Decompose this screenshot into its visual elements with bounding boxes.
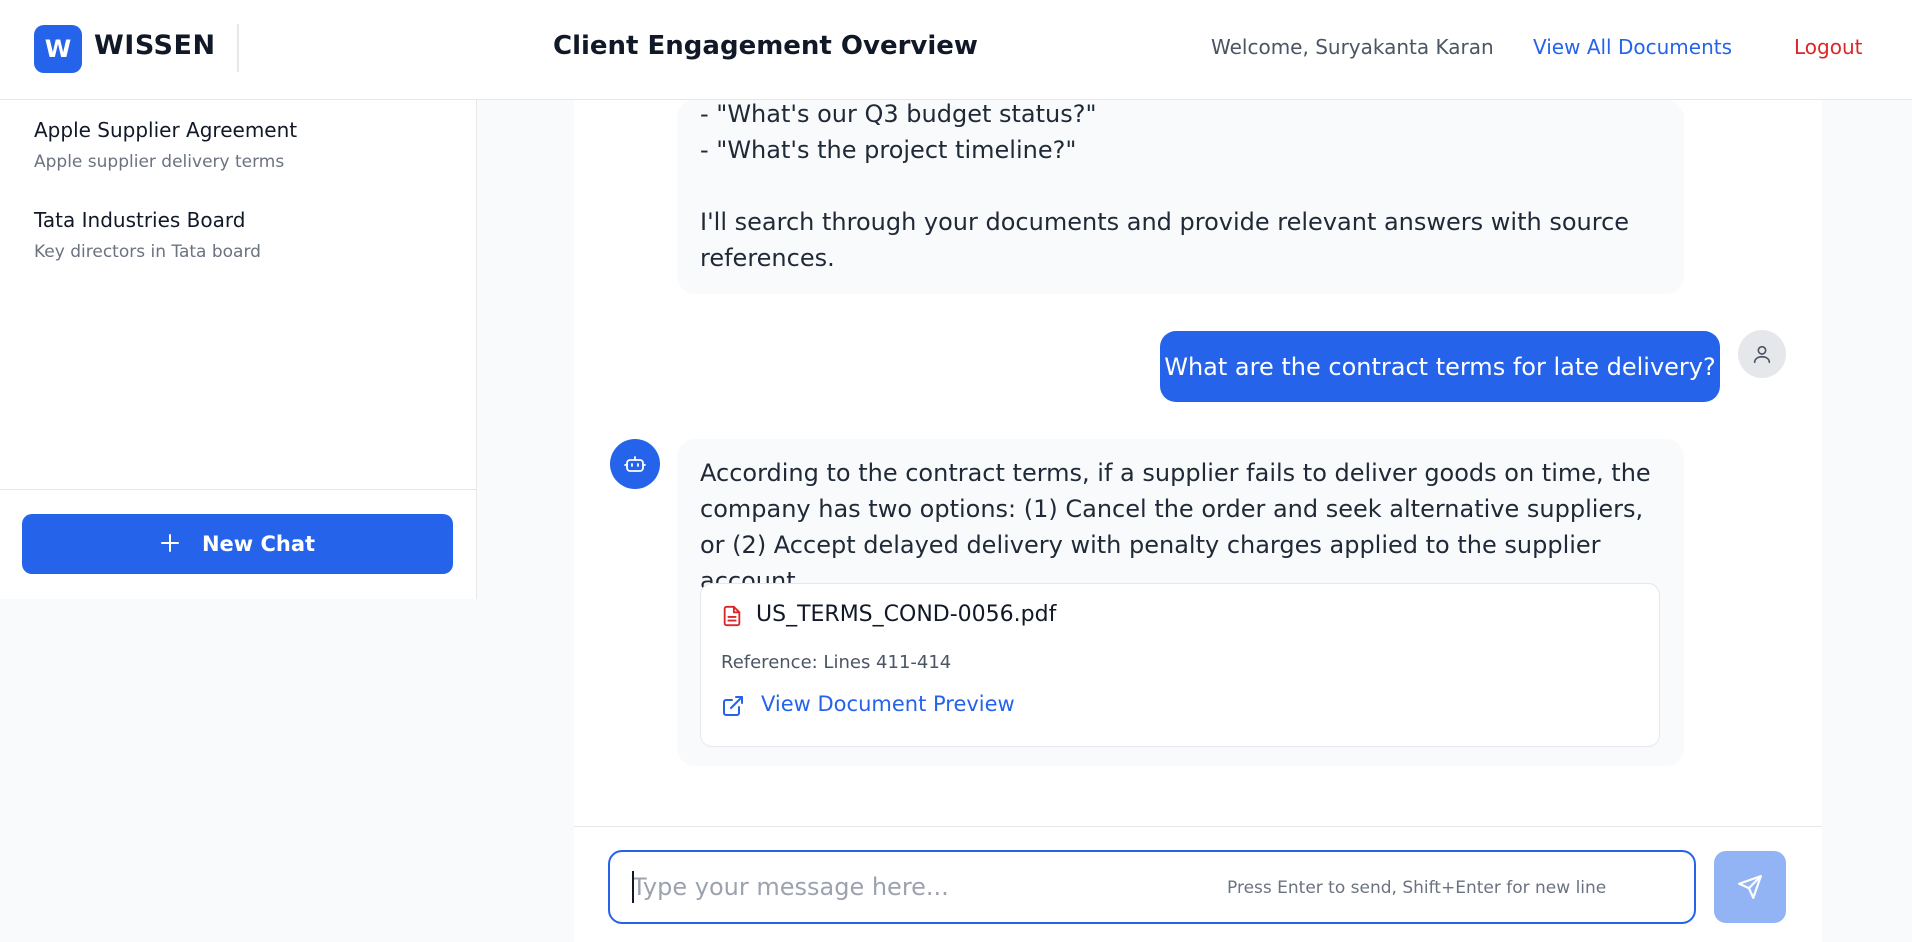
conversation-subtitle: Key directors in Tata board — [34, 242, 261, 262]
user-message-text: What are the contract terms for late del… — [1164, 352, 1716, 381]
user-avatar — [1738, 330, 1786, 378]
sidebar-divider — [0, 489, 476, 490]
header-divider — [237, 24, 239, 72]
assistant-message-text: According to the contract terms, if a su… — [700, 459, 1659, 595]
logout-link[interactable]: Logout — [1794, 35, 1862, 59]
page-title: Client Engagement Overview — [553, 31, 978, 61]
file-text-icon — [721, 604, 743, 632]
bot-icon — [624, 456, 646, 472]
assistant-message-text: - "What's our Q3 budget status?" - "What… — [700, 100, 1630, 272]
assistant-message: - "What's our Q3 budget status?" - "What… — [677, 100, 1684, 294]
view-all-documents-link[interactable]: View All Documents — [1533, 35, 1732, 59]
view-document-preview-link[interactable]: View Document Preview — [761, 692, 1015, 716]
app-header: W WISSEN Client Engagement Overview Welc… — [0, 0, 1912, 100]
brand-name: WISSEN — [94, 30, 216, 61]
source-card: US_TERMS_COND-0056.pdf Reference: Lines … — [700, 583, 1660, 747]
send-button[interactable] — [1714, 851, 1786, 923]
user-icon — [1753, 345, 1771, 364]
logo-letter: W — [44, 35, 72, 63]
user-message: What are the contract terms for late del… — [1160, 331, 1720, 402]
plus-icon — [160, 530, 180, 558]
new-chat-label: New Chat — [201, 532, 316, 556]
send-hint: Press Enter to send, Shift+Enter for new… — [1227, 878, 1607, 898]
send-icon — [1738, 875, 1762, 899]
message-input[interactable] — [632, 870, 1192, 904]
welcome-text: Welcome, Suryakanta Karan — [1211, 35, 1494, 59]
conversation-title: Apple Supplier Agreement — [34, 118, 298, 142]
conversation-item[interactable]: Apple Supplier Agreement Apple supplier … — [34, 118, 297, 172]
text-caret — [632, 871, 634, 903]
source-file-name: US_TERMS_COND-0056.pdf — [756, 602, 1057, 627]
bot-avatar — [610, 439, 660, 489]
conversation-subtitle: Apple supplier delivery terms — [34, 152, 285, 172]
sidebar: Apple Supplier Agreement Apple supplier … — [0, 100, 477, 599]
conversation-title: Tata Industries Board — [34, 208, 246, 232]
message-input-box[interactable]: Press Enter to send, Shift+Enter for new… — [608, 850, 1696, 924]
external-link-icon[interactable] — [721, 694, 745, 722]
new-chat-button[interactable]: New Chat — [22, 514, 453, 574]
logo-badge: W — [34, 25, 82, 73]
source-reference: Reference: Lines 411-414 — [721, 652, 952, 673]
conversation-item[interactable]: Tata Industries Board Key directors in T… — [34, 208, 261, 262]
